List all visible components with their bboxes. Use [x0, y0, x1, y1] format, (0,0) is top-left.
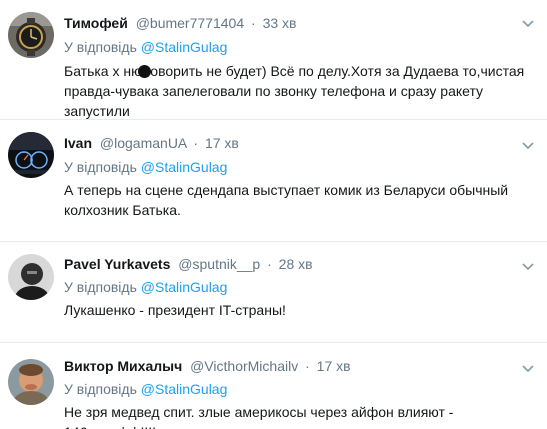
author-name[interactable]: Ivan [64, 135, 92, 151]
avatar[interactable] [8, 359, 54, 405]
tweet-header: Ivan @logamanUA · 17 хв [64, 135, 239, 152]
avatar[interactable] [8, 254, 54, 300]
author-handle[interactable]: @logamanUA [100, 135, 187, 151]
tweet-2[interactable]: Ivan @logamanUA · 17 хв У відповідь @Sta… [0, 120, 547, 242]
chevron-down-icon[interactable] [521, 138, 535, 152]
reply-prefix: У відповідь [64, 279, 137, 295]
avatar[interactable] [8, 12, 54, 58]
chevron-down-icon[interactable] [521, 259, 535, 273]
separator: · [267, 256, 272, 272]
author-name[interactable]: Pavel Yurkavets [64, 256, 170, 272]
tweet-text: Не зря медвед спит. злые америкосы через… [64, 404, 454, 429]
tweet-header: Тимофей @bumer7771404 · 33 хв [64, 15, 296, 32]
redaction-mark [138, 65, 151, 78]
car-dashboard-avatar-icon [8, 132, 54, 178]
separator: · [193, 135, 199, 151]
author-handle[interactable]: @bumer7771404 [136, 15, 244, 31]
chevron-down-icon[interactable] [521, 361, 535, 375]
chevron-down-icon[interactable] [521, 16, 535, 30]
watch-avatar-icon [8, 12, 54, 58]
reply-to-link[interactable]: @StalinGulag [141, 381, 228, 397]
tweet-time[interactable]: 33 хв [263, 15, 297, 31]
tweet-time[interactable]: 17 хв [205, 135, 239, 151]
reply-to-link[interactable]: @StalinGulag [141, 39, 228, 55]
reply-prefix: У відповідь [64, 159, 137, 175]
avatar[interactable] [8, 132, 54, 178]
reply-context: У відповідь @StalinGulag [64, 381, 227, 398]
reply-context: У відповідь @StalinGulag [64, 279, 227, 296]
tweet-time[interactable]: 28 хв [279, 256, 313, 272]
separator: · [251, 15, 256, 31]
separator: · [305, 358, 310, 374]
tweet-text: А теперь на сцене сдендапа выступает ком… [64, 182, 509, 218]
tweet-replies-feed: Тимофей @bumer7771404 · 33 хв У відповід… [0, 0, 547, 429]
tweet-1[interactable]: Тимофей @bumer7771404 · 33 хв У відповід… [0, 0, 547, 120]
author-handle[interactable]: @sputnik__p [178, 256, 260, 272]
tweet-text: Батька х ню говорить не будет) Всё по де… [64, 63, 525, 119]
reply-prefix: У відповідь [64, 381, 137, 397]
tweet-4[interactable]: Виктор Михалыч @VicthorMichailv · 17 хв … [0, 343, 547, 429]
person-bw-avatar-icon [8, 254, 54, 300]
reply-to-link[interactable]: @StalinGulag [141, 279, 228, 295]
author-handle[interactable]: @VicthorMichailv [190, 358, 298, 374]
tweet-3[interactable]: Pavel Yurkavets @sputnik__p · 28 хв У ві… [0, 242, 547, 343]
author-name[interactable]: Тимофей [64, 15, 128, 31]
tweet-header: Pavel Yurkavets @sputnik__p · 28 хв [64, 256, 313, 273]
reply-to-link[interactable]: @StalinGulag [141, 159, 228, 175]
reply-prefix: У відповідь [64, 39, 137, 55]
tweet-text: Лукашенко - президент IT-страны! [64, 302, 286, 318]
reply-context: У відповідь @StalinGulag [64, 159, 227, 176]
tweet-time[interactable]: 17 хв [317, 358, 351, 374]
person-color-avatar-icon [8, 359, 54, 405]
tweet-header: Виктор Михалыч @VicthorMichailv · 17 хв [64, 358, 351, 375]
reply-context: У відповідь @StalinGulag [64, 39, 227, 56]
author-name[interactable]: Виктор Михалыч [64, 358, 182, 374]
